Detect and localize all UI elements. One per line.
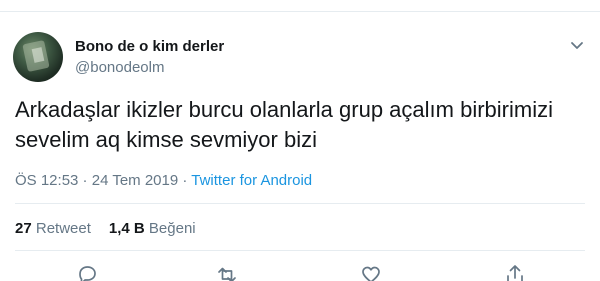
tweet-text: Arkadaşlar ikizler burcu olanlarla grup …: [15, 95, 585, 155]
retweet-icon[interactable]: [214, 262, 240, 281]
author-handle[interactable]: @bonodeolm: [75, 59, 164, 76]
tweet-time[interactable]: ÖS 12:53: [15, 172, 78, 189]
retweet-label: Retweet: [35, 220, 91, 237]
share-icon[interactable]: [502, 262, 528, 281]
tweet-source-link[interactable]: Twitter for Android: [191, 172, 312, 189]
like-stat[interactable]: 1,4 B Beğeni: [109, 220, 196, 237]
tweet-stats: 27 Retweet 1,4 B Beğeni: [15, 220, 196, 237]
like-label: Beğeni: [148, 220, 196, 237]
retweet-stat[interactable]: 27 Retweet: [15, 220, 91, 237]
meta-separator: ·: [178, 172, 192, 189]
tweet-actions: [0, 262, 600, 281]
like-count: 1,4 B: [108, 220, 145, 237]
heart-icon[interactable]: [358, 262, 384, 281]
stats-top-divider: [15, 203, 585, 204]
author-name[interactable]: Bono de o kim derler: [75, 38, 224, 55]
avatar[interactable]: [13, 32, 63, 82]
meta-separator: ·: [78, 172, 92, 189]
tweet-meta: ÖS 12:53 · 24 Tem 2019 · Twitter for And…: [15, 172, 312, 189]
tweet-date[interactable]: 24 Tem 2019: [92, 172, 178, 189]
tweet-text-line: Arkadaşlar ikizler burcu olanlarla grup …: [15, 97, 553, 122]
chevron-down-icon[interactable]: [567, 38, 587, 54]
top-divider: [0, 11, 600, 12]
tweet-text-line: sevelim aq kimse sevmiyor bizi: [15, 127, 317, 152]
retweet-count: 27: [15, 220, 32, 237]
stats-bottom-divider: [15, 250, 585, 251]
reply-icon[interactable]: [74, 262, 100, 281]
